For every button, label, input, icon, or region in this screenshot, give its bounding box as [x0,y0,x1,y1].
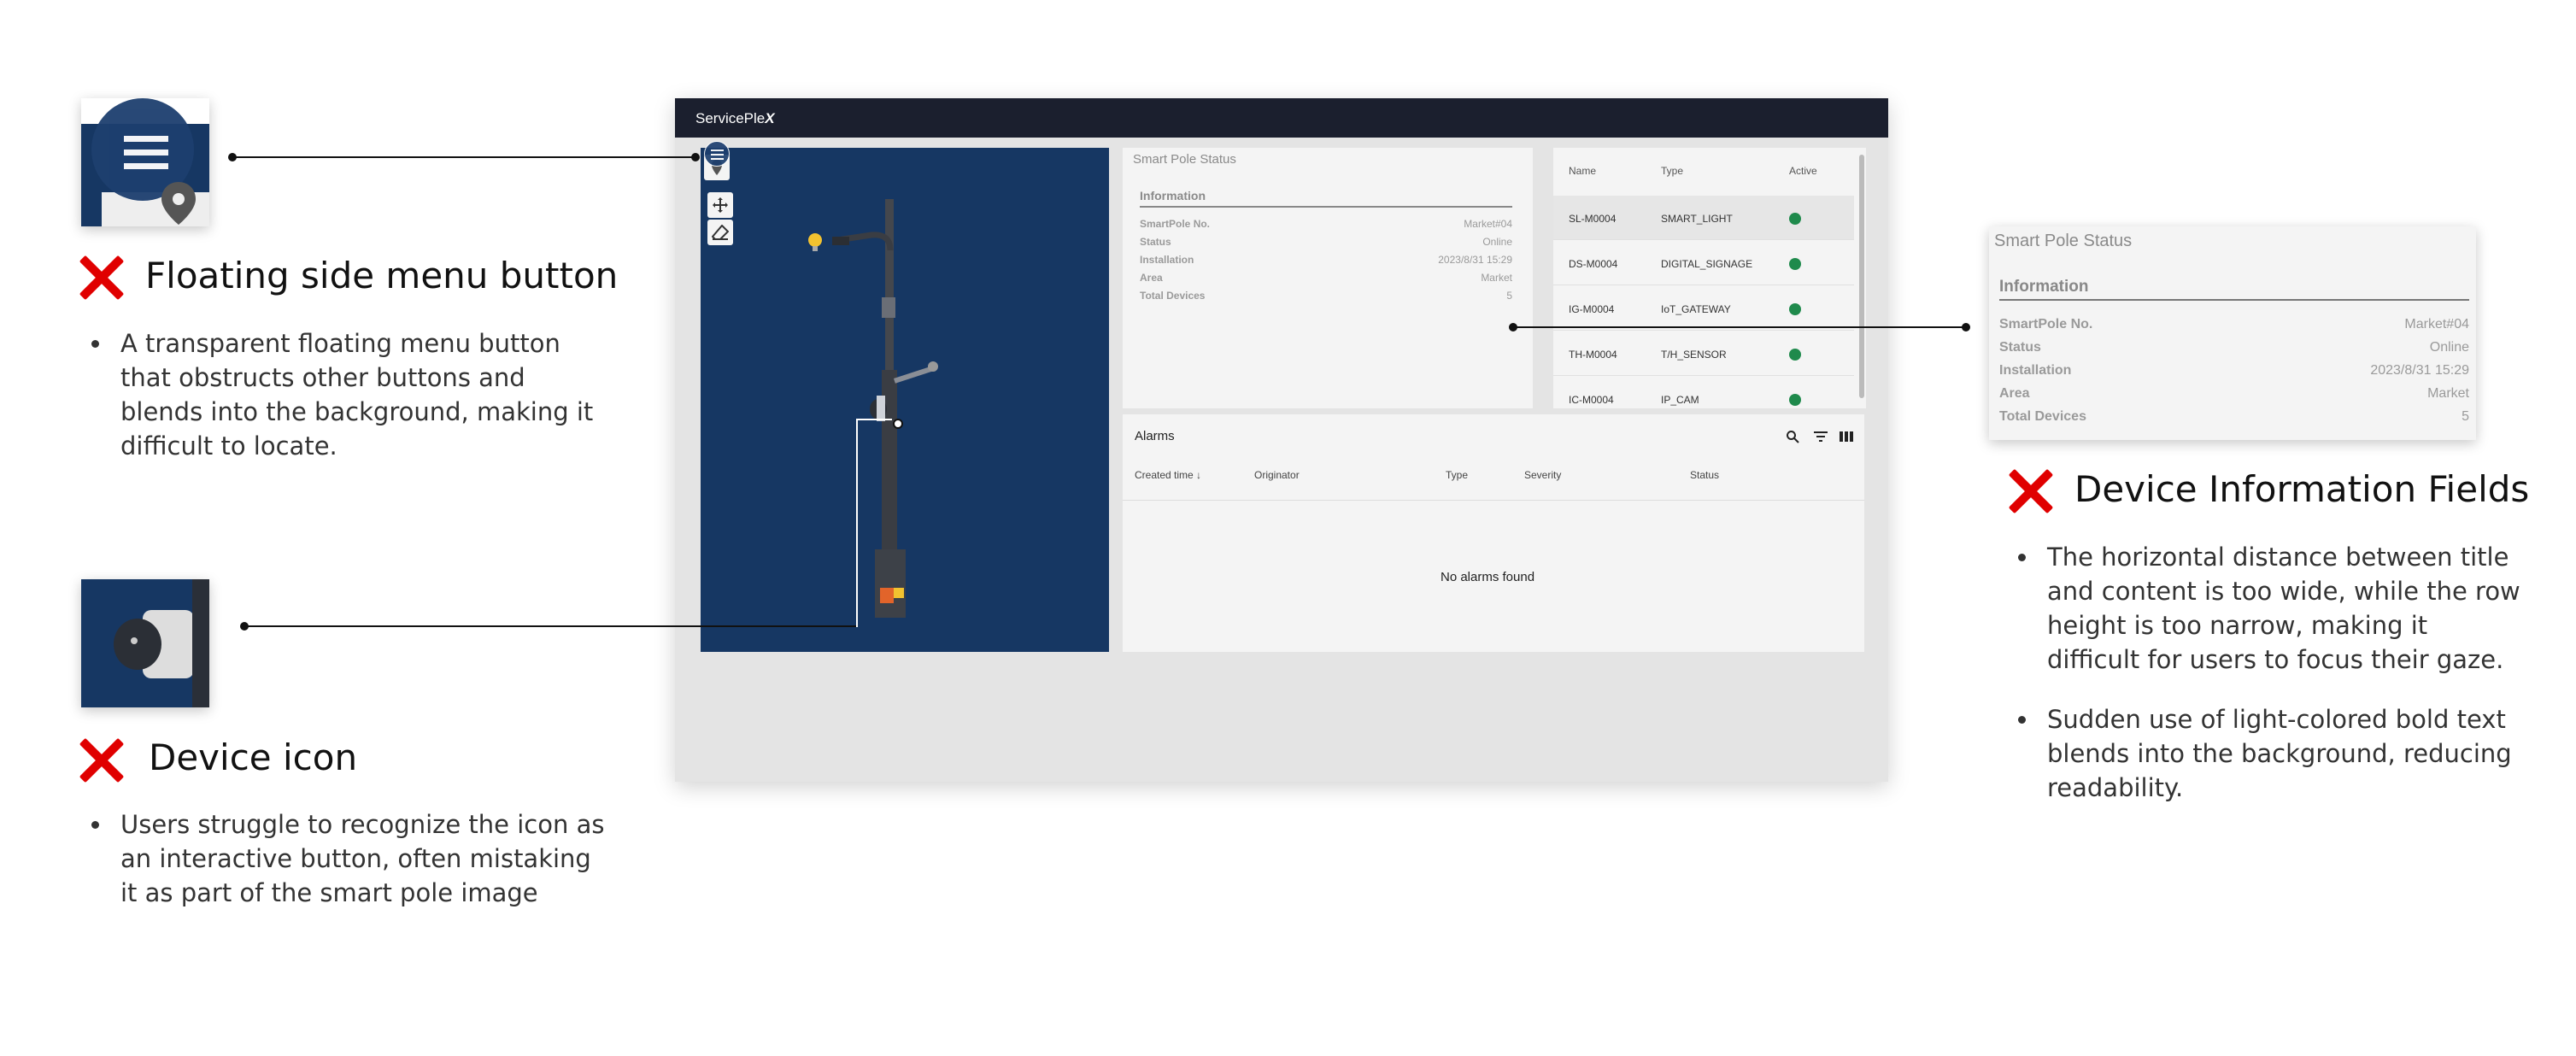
info-row: Total Devices 5 [1140,290,1512,302]
active-status-dot [1789,258,1801,270]
device-list-panel: Name Type Active SL-M0004 SMART_LIGHT DS-… [1553,148,1866,408]
device-icon-issue-title: Device icon [149,736,358,778]
column-header-type[interactable]: Type [1661,165,1683,177]
card-divider [1999,299,2469,301]
device-icon-zoom-thumbnail [81,579,209,707]
card-info-section-title: Information [1999,278,2089,296]
device-info-issue-list: The horizontal distance between title an… [2008,540,2520,830]
device-info-issue-bullet: The horizontal distance between title an… [2008,540,2520,677]
column-header-type[interactable]: Type [1446,469,1468,481]
callout-line-menu [232,156,695,158]
info-row: SmartPole No. Market#04 [1140,218,1512,230]
eraser-icon [712,225,729,240]
device-row[interactable]: TH-M0004 T/H_SENSOR [1553,331,1854,376]
sort-arrow-down-icon: ↓ [1196,469,1202,481]
alarms-title: Alarms [1135,429,1175,443]
floating-menu-button[interactable] [704,141,730,167]
location-pin-icon [161,182,196,225]
device-info-issue-title: Device Information Fields [2074,468,2530,510]
callout-line-device-horizontal [856,419,892,420]
column-header-status[interactable]: Status [1690,469,1719,481]
device-icon-issue-bullet: Users struggle to recognize the icon as … [81,807,611,910]
active-status-dot [1789,394,1801,406]
callout-dot [1962,323,1970,331]
smart-pole-image [808,199,938,618]
column-header-active[interactable]: Active [1789,165,1817,177]
callout-line-device-vertical [856,419,858,627]
panel-title: Smart Pole Status [1133,152,1236,167]
move-arrows-icon [713,197,728,213]
columns-icon[interactable] [1839,431,1854,443]
callout-line-device [244,625,858,627]
card-info-row: SmartPole No. Market#04 [1999,317,2469,331]
card-info-row: Status Online [1999,340,2469,355]
info-row: Installation 2023/8/31 15:29 [1140,254,1512,266]
device-hotspot-icon[interactable] [893,419,903,429]
eraser-tool-button[interactable] [707,220,733,245]
brand-logo[interactable]: ServicePleX [695,110,775,127]
issue-x-icon [77,736,123,783]
active-status-dot [1789,349,1801,361]
column-header-severity[interactable]: Severity [1524,469,1561,481]
active-status-dot [1789,213,1801,225]
device-icon-issue-list: Users struggle to recognize the icon as … [81,807,611,936]
device-row[interactable]: DS-M0004 DIGITAL_SIGNAGE [1553,241,1854,285]
column-header-originator[interactable]: Originator [1254,469,1300,481]
issue-x-icon [77,254,123,300]
floating-menu-issue-list: A transparent floating menu button that … [81,326,611,489]
info-divider [1140,206,1512,208]
callout-dot [691,153,700,161]
smart-pole-view [701,141,1109,652]
smart-pole-status-panel: Smart Pole Status Information SmartPole … [1123,148,1533,408]
floating-menu-issue-bullet: A transparent floating menu button that … [81,326,611,463]
floating-menu-zoom-thumbnail [81,98,209,226]
card-info-row: Total Devices 5 [1999,409,2469,424]
floating-menu-issue-title: Floating side menu button [145,255,619,296]
device-info-zoom-card: Smart Pole Status Information SmartPole … [1989,226,2476,440]
device-info-issue-bullet: Sudden use of light-colored bold text bl… [2008,702,2520,805]
alarms-panel: Alarms Created time ↓ Originator Type Se… [1123,414,1864,652]
column-header-created-time[interactable]: Created time ↓ [1135,469,1201,481]
device-row[interactable]: SL-M0004 SMART_LIGHT [1553,196,1854,240]
active-status-dot [1789,303,1801,315]
table-header-divider [1123,500,1864,501]
filter-icon[interactable] [1813,431,1828,443]
move-tool-button[interactable] [707,192,733,218]
empty-state-message: No alarms found [1441,570,1535,584]
callout-line-info [1513,326,1966,328]
card-info-row: Area Market [1999,386,2469,401]
card-panel-title: Smart Pole Status [1994,232,2133,250]
info-row: Status Online [1140,236,1512,248]
column-header-name[interactable]: Name [1569,165,1596,177]
search-icon[interactable] [1786,430,1799,443]
device-list-scrollbar[interactable] [1859,155,1864,398]
issue-x-icon [2006,467,2052,513]
device-row[interactable]: IC-M0004 IP_CAM [1553,377,1854,408]
app-header: ServicePleX [675,98,1888,138]
device-row[interactable]: IG-M0004 IoT_GATEWAY [1553,286,1854,331]
info-section-title: Information [1140,189,1206,202]
card-info-row: Installation 2023/8/31 15:29 [1999,363,2469,378]
info-row: Area Market [1140,272,1512,284]
